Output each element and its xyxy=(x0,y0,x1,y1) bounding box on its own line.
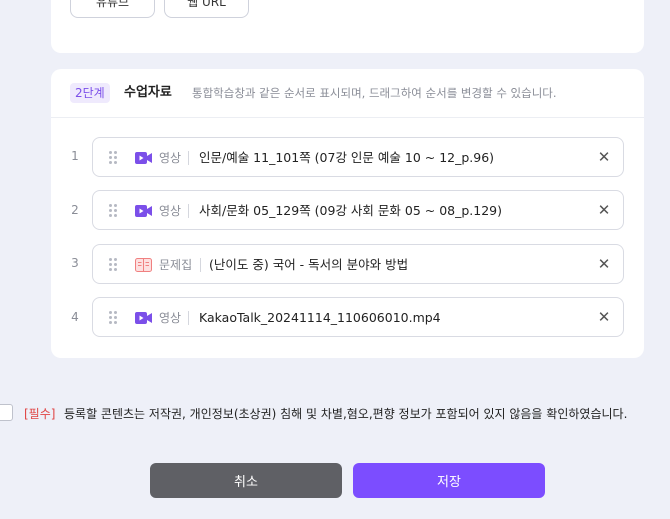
video-icon xyxy=(135,152,152,164)
material-item[interactable]: 영상 KakaoTalk_20241114_110606010.mp4 ✕ xyxy=(92,297,624,337)
section-title: 수업자료 xyxy=(124,85,172,100)
row-number: 1 xyxy=(71,149,79,163)
divider xyxy=(200,258,201,272)
divider xyxy=(188,204,189,218)
source-card: 유튜브 웹 URL xyxy=(51,0,644,53)
row-number: 4 xyxy=(71,310,79,324)
remove-icon[interactable]: ✕ xyxy=(597,150,611,165)
drag-handle-icon[interactable] xyxy=(109,311,117,325)
materials-card: 2단계 수업자료 통합학습창과 같은 순서로 표시되며, 드래그하여 순서를 변… xyxy=(51,69,644,358)
required-label: [필수] xyxy=(24,407,56,421)
row-number: 2 xyxy=(71,203,79,217)
material-item[interactable]: 영상 사회/문화 05_129쪽 (09강 사회 문화 05 ~ 08_p.12… xyxy=(92,190,624,230)
youtube-button[interactable]: 유튜브 xyxy=(70,0,155,18)
remove-icon[interactable]: ✕ xyxy=(597,257,611,272)
consent-checkbox[interactable] xyxy=(0,404,13,421)
type-label: 영상 xyxy=(159,204,182,218)
drag-handle-icon[interactable] xyxy=(109,258,117,272)
divider xyxy=(188,311,189,325)
item-title: (난이도 중) 국어 - 독서의 분야와 방법 xyxy=(209,257,409,272)
remove-icon[interactable]: ✕ xyxy=(597,203,611,218)
quiz-book-icon xyxy=(135,258,152,272)
item-title: KakaoTalk_20241114_110606010.mp4 xyxy=(199,310,441,325)
item-title: 사회/문화 05_129쪽 (09강 사회 문화 05 ~ 08_p.129) xyxy=(199,203,503,218)
video-icon xyxy=(135,312,152,324)
remove-icon[interactable]: ✕ xyxy=(597,310,611,325)
section-description: 통합학습창과 같은 순서로 표시되며, 드래그하여 순서를 변경할 수 있습니다… xyxy=(192,86,557,100)
type-label: 문제집 xyxy=(159,258,193,272)
cancel-button[interactable]: 취소 xyxy=(150,463,342,498)
divider xyxy=(188,151,189,165)
web-url-button[interactable]: 웹 URL xyxy=(164,0,249,18)
materials-header: 2단계 수업자료 통합학습창과 같은 순서로 표시되며, 드래그하여 순서를 변… xyxy=(51,69,644,118)
item-title: 인문/예술 11_101쪽 (07강 인문 예술 10 ~ 12_p.96) xyxy=(199,150,495,165)
drag-handle-icon[interactable] xyxy=(109,151,117,165)
video-icon xyxy=(135,205,152,217)
material-item[interactable]: 영상 인문/예술 11_101쪽 (07강 인문 예술 10 ~ 12_p.96… xyxy=(92,137,624,177)
type-label: 영상 xyxy=(159,311,182,325)
type-label: 영상 xyxy=(159,151,182,165)
row-number: 3 xyxy=(71,256,79,270)
consent-text: 등록할 콘텐츠는 저작권, 개인정보(초상권) 침해 및 차별,혐오,편향 정보… xyxy=(64,407,628,421)
step-badge: 2단계 xyxy=(70,83,110,103)
page: 유튜브 웹 URL 2단계 수업자료 통합학습창과 같은 순서로 표시되며, 드… xyxy=(0,0,670,519)
material-item[interactable]: 문제집 (난이도 중) 국어 - 독서의 분야와 방법 ✕ xyxy=(92,244,624,284)
drag-handle-icon[interactable] xyxy=(109,204,117,218)
save-button[interactable]: 저장 xyxy=(353,463,545,498)
